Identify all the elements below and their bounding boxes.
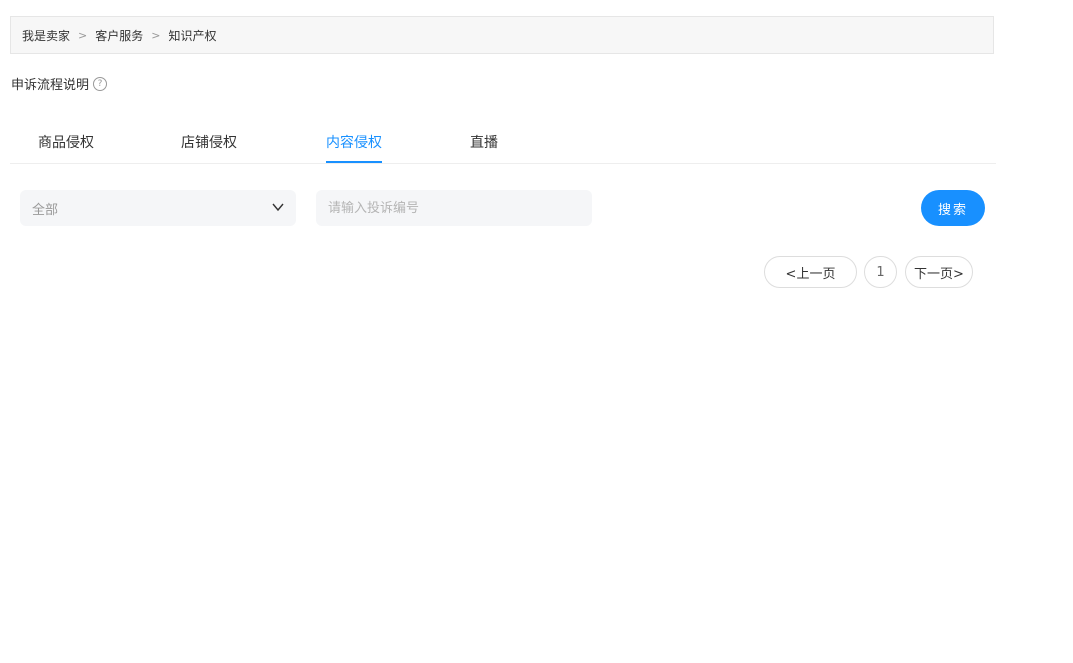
appeal-process-link[interactable]: 申诉流程说明 ? bbox=[11, 74, 108, 93]
tab-content-infringement[interactable]: 内容侵权 bbox=[326, 132, 382, 163]
breadcrumb-item-ip: 知识产权 bbox=[168, 28, 217, 43]
tab-live-stream[interactable]: 直播 bbox=[470, 132, 498, 163]
breadcrumb: 我是卖家 > 客户服务 > 知识产权 bbox=[10, 16, 994, 54]
complaint-number-input[interactable] bbox=[316, 190, 592, 226]
tab-store-infringement[interactable]: 店铺侵权 bbox=[181, 132, 237, 163]
breadcrumb-separator: > bbox=[78, 28, 88, 42]
page-number-button[interactable]: 1 bbox=[864, 256, 897, 288]
breadcrumb-item-seller[interactable]: 我是卖家 bbox=[22, 27, 70, 44]
category-select-value: 全部 bbox=[32, 202, 59, 218]
search-button[interactable]: 搜索 bbox=[921, 190, 985, 226]
prev-page-button[interactable]: <上一页 bbox=[764, 256, 857, 288]
breadcrumb-separator: > bbox=[151, 28, 161, 42]
chevron-down-icon bbox=[272, 203, 284, 212]
breadcrumb-item-customer-service[interactable]: 客户服务 bbox=[95, 27, 143, 44]
next-page-button[interactable]: 下一页> bbox=[905, 256, 973, 288]
appeal-process-label[interactable]: 申诉流程说明 bbox=[11, 74, 89, 93]
tab-product-infringement[interactable]: 商品侵权 bbox=[38, 132, 94, 163]
category-select[interactable]: 全部 bbox=[20, 190, 296, 226]
question-circle-icon[interactable]: ? bbox=[93, 76, 108, 91]
tab-bar: 商品侵权 店铺侵权 内容侵权 直播 bbox=[10, 120, 996, 164]
